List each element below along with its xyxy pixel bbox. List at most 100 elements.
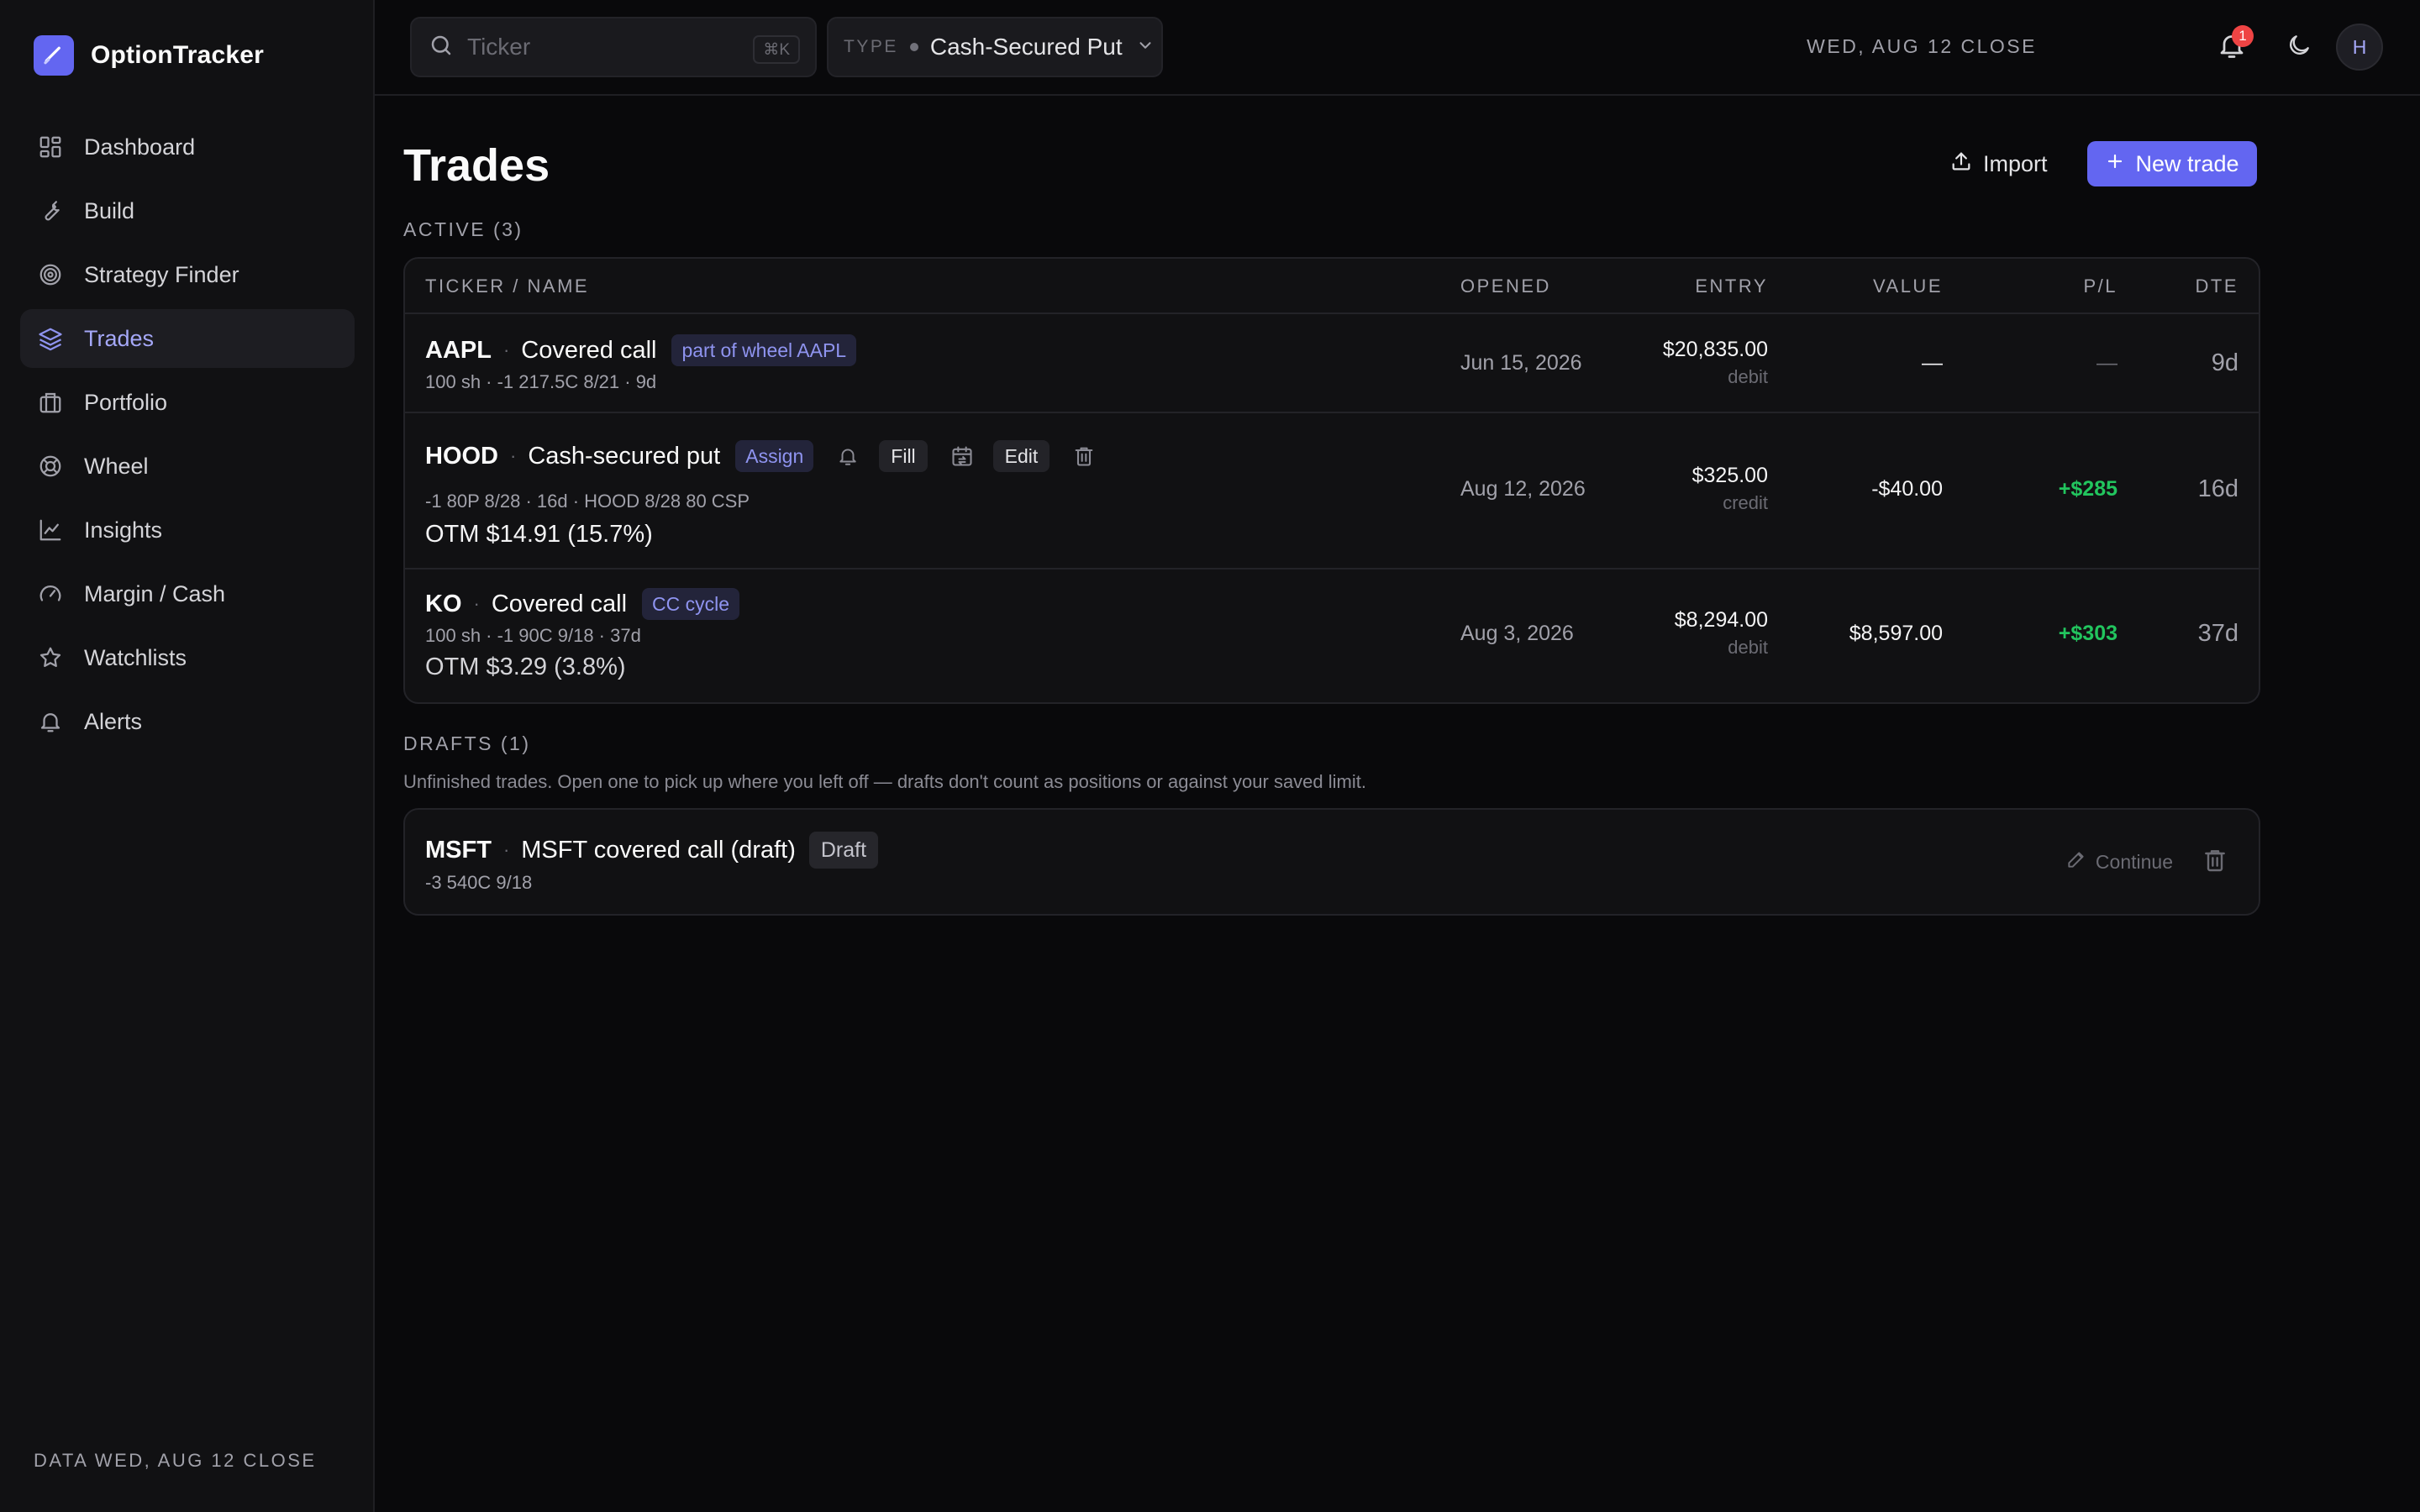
trade-detail: 100 sh · -1 90C 9/18 · 37d xyxy=(425,625,641,646)
separator-dot: · xyxy=(473,593,480,614)
draft-title: MSFT · MSFT covered call (draft) Draft xyxy=(425,832,879,869)
user-avatar[interactable]: H xyxy=(2336,24,2383,71)
upload-icon xyxy=(1949,150,1973,179)
edit-button[interactable]: Edit xyxy=(992,440,1050,472)
trade-title: HOOD · Cash-secured put Assign Fill Edit xyxy=(425,440,1098,472)
trade-ticker: HOOD xyxy=(425,442,498,470)
new-trade-button[interactable]: New trade xyxy=(2087,141,2257,186)
sidebar-item-watchlists[interactable]: Watchlists xyxy=(20,628,355,687)
trade-title: KO · Covered call CC cycle xyxy=(425,588,740,620)
sidebar-nav: Dashboard Build Strategy Finder Trades P… xyxy=(20,118,355,756)
column-header-pl[interactable]: P/L xyxy=(2083,276,2118,297)
sidebar-item-label: Portfolio xyxy=(84,389,168,415)
draft-row[interactable]: MSFT · MSFT covered call (draft) Draft -… xyxy=(403,808,2260,916)
entry-amount: $8,294.00 xyxy=(1674,608,1768,632)
opened-date: Jun 15, 2026 xyxy=(1460,351,1582,375)
table-row[interactable]: HOOD · Cash-secured put Assign Fill Edit xyxy=(405,413,2259,570)
trade-detail: 100 sh · -1 217.5C 8/21 · 9d xyxy=(425,371,657,392)
brand[interactable]: OptionTracker xyxy=(34,35,264,76)
logo-icon xyxy=(34,35,74,76)
trash-icon[interactable] xyxy=(1070,442,1098,470)
briefcase-icon xyxy=(37,389,64,416)
entry-amount: $20,835.00 xyxy=(1662,338,1768,361)
page-title: Trades xyxy=(403,140,550,191)
search-input[interactable] xyxy=(467,34,744,60)
active-section-label: ACTIVE (3) xyxy=(403,218,523,240)
profit-loss: +$285 xyxy=(2058,477,2118,501)
sidebar-item-label: Strategy Finder xyxy=(84,261,239,287)
dashboard-icon xyxy=(37,134,64,160)
current-value: -$40.00 xyxy=(1871,477,1943,501)
trades-table: TICKER / NAME OPENED ENTRY VALUE P/L DTE… xyxy=(403,257,2260,704)
sidebar-item-portfolio[interactable]: Portfolio xyxy=(20,373,355,432)
bell-icon xyxy=(37,708,64,735)
column-header-dte[interactable]: DTE xyxy=(2196,276,2239,297)
trade-strategy: Cash-secured put xyxy=(528,442,721,470)
sidebar-item-trades[interactable]: Trades xyxy=(20,309,355,368)
app-name: OptionTracker xyxy=(91,41,264,69)
sidebar-item-wheel[interactable]: Wheel xyxy=(20,437,355,496)
bell-icon xyxy=(2217,35,2247,64)
sidebar-item-label: Trades xyxy=(84,325,155,351)
type-dot-icon xyxy=(909,43,918,51)
search-box[interactable]: ⌘K xyxy=(410,17,817,77)
otm-status: OTM $14.91 (15.7%) xyxy=(425,521,653,548)
pencil-icon xyxy=(2065,848,2087,875)
import-label: Import xyxy=(1983,150,2048,176)
column-header-value[interactable]: VALUE xyxy=(1873,276,1943,297)
import-button[interactable]: Import xyxy=(1949,141,2048,186)
days-to-expiry: 9d xyxy=(2211,349,2238,376)
type-filter-select[interactable]: TYPE Cash-Secured Put xyxy=(827,17,1163,77)
continue-button[interactable]: Continue xyxy=(2065,848,2173,875)
draft-badge: Draft xyxy=(808,832,879,869)
shortcut-hint: ⌘K xyxy=(753,35,800,64)
entry-type: credit xyxy=(1723,492,1768,513)
column-header-opened[interactable]: OPENED xyxy=(1460,276,1551,297)
cycle-tag[interactable]: CC cycle xyxy=(642,588,740,620)
sidebar-item-label: Dashboard xyxy=(84,134,196,160)
column-header-entry[interactable]: ENTRY xyxy=(1695,276,1768,297)
lifebuoy-icon xyxy=(37,453,64,480)
assign-button[interactable]: Assign xyxy=(735,440,814,472)
sidebar-item-insights[interactable]: Insights xyxy=(20,501,355,559)
otm-status: OTM $3.29 (3.8%) xyxy=(425,654,626,680)
notifications-button[interactable]: 1 xyxy=(2217,25,2254,64)
sidebar-item-strategy-finder[interactable]: Strategy Finder xyxy=(20,245,355,304)
sidebar-item-alerts[interactable]: Alerts xyxy=(20,692,355,751)
gauge-icon xyxy=(37,580,64,607)
days-to-expiry: 37d xyxy=(2197,620,2238,647)
theme-toggle-button[interactable] xyxy=(2286,32,2316,62)
drafts-section-label: DRAFTS (1) xyxy=(403,732,531,754)
search-icon xyxy=(429,33,454,62)
target-icon xyxy=(37,261,64,288)
wrench-icon xyxy=(37,197,64,224)
fill-button[interactable]: Fill xyxy=(879,440,928,472)
sidebar-item-label: Insights xyxy=(84,517,163,543)
column-header-ticker[interactable]: TICKER / NAME xyxy=(425,276,589,297)
current-value: $8,597.00 xyxy=(1849,622,1943,645)
table-row[interactable]: AAPL · Covered call part of wheel AAPL 1… xyxy=(405,314,2259,413)
sidebar-item-label: Build xyxy=(84,197,135,223)
star-icon xyxy=(37,644,64,671)
plus-icon xyxy=(2105,151,2125,177)
profit-loss: +$303 xyxy=(2058,622,2118,645)
moon-icon xyxy=(2286,35,2312,62)
topbar: ⌘K TYPE Cash-Secured Put WED, AUG 12 CLO… xyxy=(375,0,2420,96)
sidebar-item-label: Watchlists xyxy=(84,644,187,670)
entry-type: debit xyxy=(1728,637,1768,658)
bell-icon[interactable] xyxy=(834,442,862,470)
table-row[interactable]: KO · Covered call CC cycle 100 sh · -1 9… xyxy=(405,570,2259,702)
trade-ticker: AAPL xyxy=(425,336,492,364)
sidebar-item-build[interactable]: Build xyxy=(20,181,355,240)
new-trade-label: New trade xyxy=(2135,150,2239,176)
sidebar-item-dashboard[interactable]: Dashboard xyxy=(20,118,355,176)
draft-ticker: MSFT xyxy=(425,836,492,864)
separator-dot: · xyxy=(502,339,510,360)
data-timestamp: DATA WED, AUG 12 CLOSE xyxy=(34,1450,317,1471)
calendar-roll-icon[interactable] xyxy=(948,442,976,470)
wheel-tag[interactable]: part of wheel AAPL xyxy=(671,334,857,366)
delete-draft-button[interactable] xyxy=(2202,847,2232,877)
continue-label: Continue xyxy=(2095,850,2173,873)
sidebar-item-margin-cash[interactable]: Margin / Cash xyxy=(20,564,355,623)
opened-date: Aug 3, 2026 xyxy=(1460,622,1574,645)
